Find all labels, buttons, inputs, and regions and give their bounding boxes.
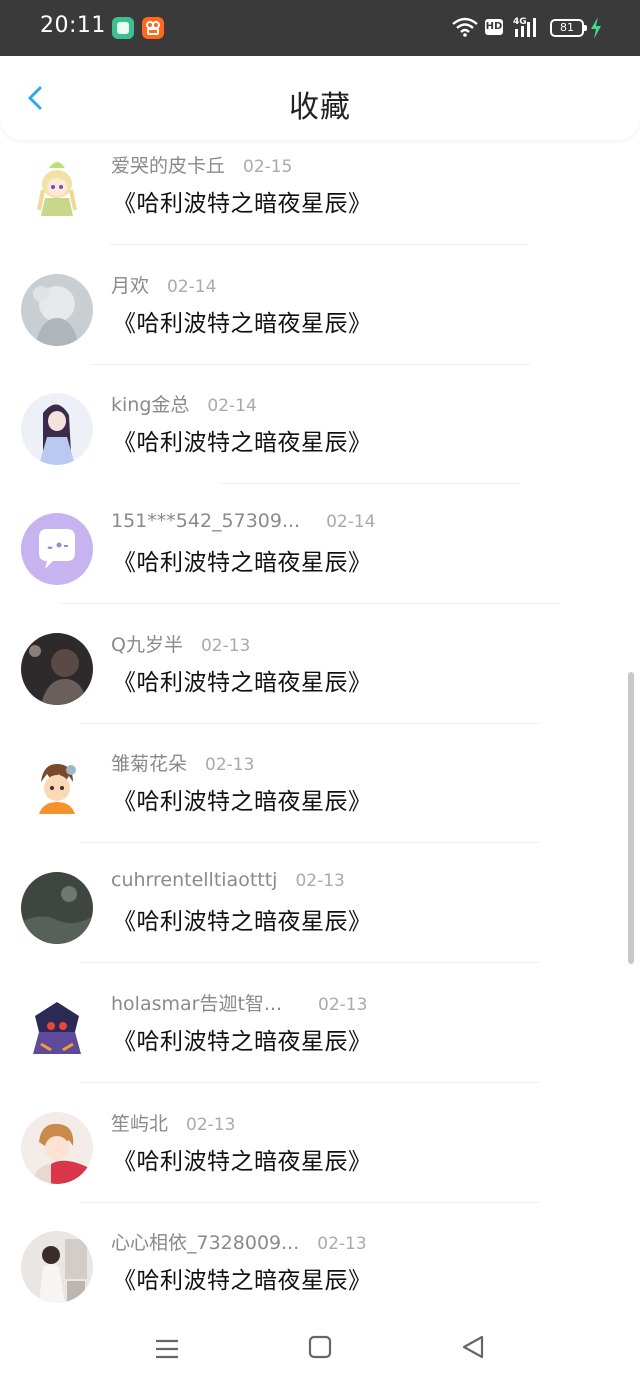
video-app-notification-icon xyxy=(142,17,164,39)
user-name: 151***542_57309... xyxy=(111,510,301,533)
divider xyxy=(80,1201,540,1203)
avatar[interactable] xyxy=(21,1231,93,1304)
scrollbar[interactable] xyxy=(628,672,634,964)
item-date: 02-14 xyxy=(326,512,376,533)
item-title[interactable]: 《哈利波特之暗夜星辰》 xyxy=(113,1261,372,1295)
battery-level: 81 xyxy=(560,21,574,34)
item-title[interactable]: 《哈利波特之暗夜星辰》 xyxy=(113,543,372,577)
item-title[interactable]: 《哈利波特之暗夜星辰》 xyxy=(113,902,372,936)
divider xyxy=(80,722,540,724)
list-item[interactable]: 笙屿北 02-13 《哈利波特之暗夜星辰》 xyxy=(0,1098,640,1218)
item-date: 02-13 xyxy=(205,755,255,776)
signal-icon: 4G xyxy=(513,17,536,37)
wifi-icon xyxy=(452,17,478,37)
page-title: 收藏 xyxy=(289,90,351,125)
avatar[interactable] xyxy=(21,752,93,825)
user-name: Q九岁半 xyxy=(111,633,183,656)
item-title[interactable]: 《哈利波特之暗夜星辰》 xyxy=(113,304,372,338)
item-date: 02-13 xyxy=(200,635,251,656)
user-name: cuhrrentelltiaotttj xyxy=(111,869,278,892)
divider xyxy=(80,962,540,964)
divider xyxy=(80,842,540,844)
item-title[interactable]: 《哈利波特之暗夜星辰》 xyxy=(113,423,372,457)
item-title[interactable]: 《哈利波特之暗夜星辰》 xyxy=(113,184,372,218)
network-type: 4G xyxy=(513,17,527,27)
home-square-icon[interactable] xyxy=(307,1334,333,1360)
item-date: 02-14 xyxy=(167,276,217,297)
item-date: 02-13 xyxy=(186,1114,236,1135)
user-name: 雏菊花朵 xyxy=(111,753,188,776)
divider xyxy=(220,483,520,485)
charging-icon xyxy=(591,17,601,39)
avatar[interactable] xyxy=(21,393,93,466)
status-bar: 20:11 HD 4G 81 xyxy=(0,0,640,56)
avatar[interactable] xyxy=(21,1111,93,1184)
item-date: 02-13 xyxy=(318,994,368,1015)
status-time: 20:11 xyxy=(40,13,106,38)
user-name: 笙屿北 xyxy=(111,1112,169,1135)
item-title[interactable]: 《哈利波特之暗夜星辰》 xyxy=(113,1022,372,1056)
item-title[interactable]: 《哈利波特之暗夜星辰》 xyxy=(113,1142,372,1176)
avatar[interactable] xyxy=(21,273,93,346)
user-name: holasmar告迦t智... xyxy=(111,992,283,1015)
item-date: 02-14 xyxy=(207,396,257,417)
hd-badge: HD xyxy=(485,19,503,35)
avatar[interactable] xyxy=(21,872,93,945)
favorites-list: 爱哭的皮卡丘 02-15 《哈利波特之暗夜星辰》 月欢 02-14 《哈利波特之暗夜… xyxy=(0,140,640,1337)
divider xyxy=(110,244,528,245)
item-date: 02-15 xyxy=(243,157,293,177)
list-item[interactable]: Q九岁半 02-13 《哈利波特之暗夜星辰》 xyxy=(0,619,640,739)
menu-icon[interactable] xyxy=(152,1334,182,1364)
avatar[interactable] xyxy=(21,632,93,705)
system-navigation-bar xyxy=(0,1312,640,1387)
divider xyxy=(90,363,530,365)
list-item[interactable]: 151***542_57309... 02-14 《哈利波特之暗夜星辰》 xyxy=(0,499,640,619)
user-name: 爱哭的皮卡丘 xyxy=(111,155,226,177)
avatar[interactable] xyxy=(21,513,93,586)
list-item[interactable]: 雏菊花朵 02-13 《哈利波特之暗夜星辰》 xyxy=(0,738,640,858)
avatar[interactable] xyxy=(21,991,93,1064)
user-name: 月欢 xyxy=(111,274,150,297)
page-header: 收藏 xyxy=(0,56,640,140)
back-triangle-icon[interactable] xyxy=(460,1334,486,1360)
divider xyxy=(80,1081,540,1083)
app-notification-icon xyxy=(112,17,134,39)
list-item[interactable]: 月欢 02-14 《哈利波特之暗夜星辰》 xyxy=(0,260,640,380)
avatar[interactable] xyxy=(21,154,93,226)
user-name: king金总 xyxy=(111,394,190,417)
user-name: 心心相依_7328009... xyxy=(111,1232,300,1255)
item-date: 02-13 xyxy=(295,871,345,892)
item-title[interactable]: 《哈利波特之暗夜星辰》 xyxy=(113,782,372,816)
divider xyxy=(60,603,560,605)
list-item[interactable]: holasmar告迦t智... 02-13 《哈利波特之暗夜星辰》 xyxy=(0,978,640,1098)
battery-icon: 81 xyxy=(550,19,587,37)
list-item[interactable]: cuhrrentelltiaotttj 02-13 《哈利波特之暗夜星辰》 xyxy=(0,858,640,978)
list-item[interactable]: king金总 02-14 《哈利波特之暗夜星辰》 xyxy=(0,379,640,499)
list-item[interactable]: 爱哭的皮卡丘 02-15 《哈利波特之暗夜星辰》 xyxy=(0,140,640,260)
item-title[interactable]: 《哈利波特之暗夜星辰》 xyxy=(113,663,372,697)
item-date: 02-13 xyxy=(317,1234,367,1255)
